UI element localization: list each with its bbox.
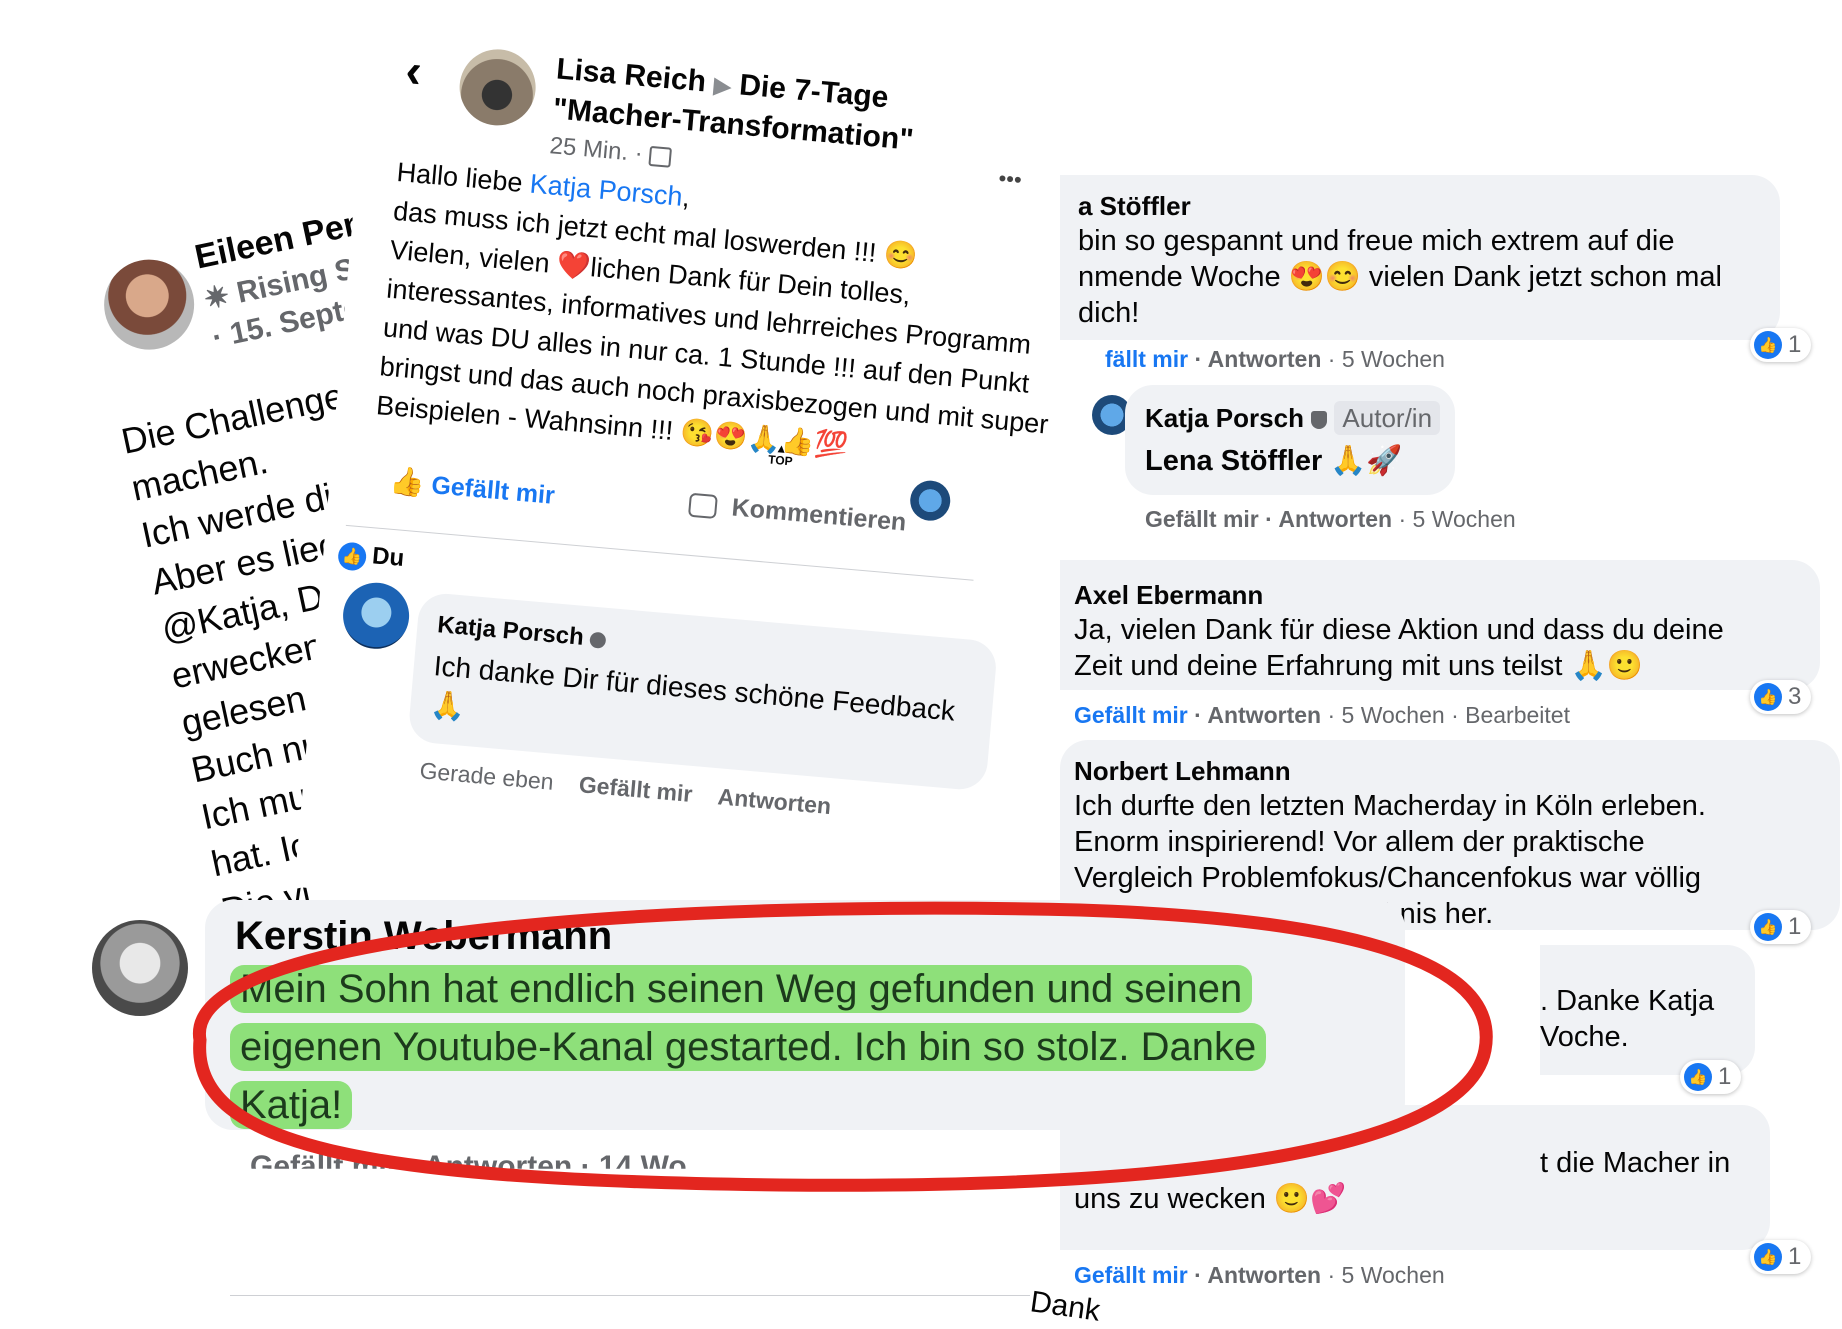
comment-bubble: Katja Porsch Autor/in Lena Stöffler 🙏🚀 <box>1125 385 1455 495</box>
text-line: Enorm inspirierend! Vor allem der prakti… <box>1074 826 1645 858</box>
like-count: 1 <box>1718 1063 1732 1090</box>
comment-text: bin so gespannt und freue mich extrem au… <box>1078 223 1722 331</box>
reply-author[interactable]: Katja Porsch <box>436 611 607 654</box>
comment-author[interactable]: Axel Ebermann <box>1074 580 1263 611</box>
group-privacy-icon <box>648 145 673 168</box>
comment-meta: Gefällt mir · Antworten · 5 Wochen <box>1145 506 1516 532</box>
red-circle-stroke <box>193 901 1493 1192</box>
bottom-divider <box>230 1295 1030 1296</box>
comment-bubble: Axel Ebermann Ja, vielen Dank für diese … <box>1060 560 1820 690</box>
text-line: Ja, vielen Dank für diese Aktion und das… <box>1074 614 1724 646</box>
like-count-badge[interactable]: 👍 1 <box>1750 910 1812 944</box>
text-line: Voche. <box>1540 1021 1629 1053</box>
post-time: 25 Min. · <box>548 132 673 171</box>
comment-meta: fällt mir · Antworten · 5 Wochen <box>1105 346 1445 372</box>
comment-time: · 5 Wochen <box>1327 346 1445 372</box>
reply-answer-button[interactable]: Antworten <box>717 783 833 819</box>
comment-time: · 5 Wochen <box>1327 702 1445 728</box>
like-count: 1 <box>1788 1243 1802 1270</box>
like-button[interactable]: 👍 Gefällt mir <box>389 464 557 511</box>
comment-time: · 5 Wochen <box>1398 506 1516 532</box>
avatar[interactable] <box>95 251 203 358</box>
answer-button[interactable]: Antworten <box>1208 346 1322 372</box>
like-reaction-icon: 👍 <box>337 541 368 572</box>
answer-button[interactable]: Antworten <box>1278 506 1392 532</box>
answer-button[interactable]: Antworten <box>1207 1262 1321 1288</box>
author-name[interactable]: Lisa Reich <box>555 52 707 98</box>
comment-icon <box>687 493 718 520</box>
top-icon: ▲ TOP <box>767 440 794 469</box>
edited-label: · Bearbeitet <box>1451 702 1570 728</box>
time-label: 25 Min. · <box>548 132 644 168</box>
thumbs-up-icon: 👍 <box>1754 683 1782 711</box>
comment-meta: Gefällt mir · Antworten · 5 Wochen · Bea… <box>1074 702 1570 728</box>
text-line: Zeit und deine Erfahrung mit uns teilst … <box>1074 650 1643 682</box>
comment-author[interactable]: a Stöffler <box>1078 191 1191 222</box>
reply-like-button[interactable]: Gefällt mir <box>578 771 694 807</box>
thumbs-up-icon: 👍 <box>1754 913 1782 941</box>
comment-button[interactable]: Kommentieren <box>687 490 908 538</box>
comment-author-name[interactable]: Katja Porsch <box>1145 403 1304 433</box>
like-count-badge[interactable]: 👍 1 <box>1750 1240 1812 1274</box>
like-count-badge[interactable]: 👍 3 <box>1750 680 1812 714</box>
like-button[interactable]: Gefällt mir <box>1145 506 1259 532</box>
text-line: nmende Woche 😍😊 vielen Dank jetzt schon … <box>1078 261 1722 293</box>
comment-bubble: a Stöffler bin so gespannt und freue mic… <box>1060 175 1780 340</box>
like-count: 1 <box>1788 913 1802 940</box>
avatar[interactable] <box>340 580 412 652</box>
comment-label: Kommentieren <box>730 493 908 537</box>
comment-bubble: . Danke Katja Voche. <box>1540 945 1755 1075</box>
avatar[interactable] <box>456 46 539 129</box>
like-count-badge[interactable]: 👍 1 <box>1680 1060 1742 1094</box>
comment-author[interactable]: Norbert Lehmann <box>1074 756 1291 787</box>
featured-comment-panel: Kerstin Webermann Mein Sohn hat endlich … <box>80 890 1540 1200</box>
author-role-badge: Autor/in <box>1334 401 1441 435</box>
reply-bubble: Katja Porsch Ich danke Dir für dieses sc… <box>407 591 999 792</box>
like-label: Gefällt mir <box>430 471 556 510</box>
red-circle-annotation <box>193 901 1493 1192</box>
greeting-text: Hallo liebe <box>395 156 524 198</box>
center-post-panel: ‹ Lisa Reich ▶ Die 7-Tage "Macher-Transf… <box>294 20 1088 950</box>
comment-text: Ja, vielen Dank für diese Aktion und das… <box>1074 612 1724 684</box>
reply-time: Gerade eben <box>418 757 555 795</box>
reply-author-name: Katja Porsch <box>436 611 585 651</box>
like-button[interactable]: fällt mir <box>1105 346 1188 372</box>
like-count: 1 <box>1788 331 1802 358</box>
text-line: dich! <box>1078 297 1140 329</box>
top-label: TOP <box>767 452 794 469</box>
text-line: Ich durfte den letzten Macherday in Köln… <box>1074 790 1706 822</box>
thumbs-up-icon: 👍 <box>1754 331 1782 359</box>
comment-text: t die Macher in <box>1540 1147 1731 1179</box>
liked-by-name: Du <box>371 542 406 572</box>
like-count-badge[interactable]: 👍 1 <box>1750 328 1812 362</box>
thumbs-up-icon: 👍 <box>1754 1243 1782 1271</box>
verified-badge-icon <box>589 631 607 649</box>
text-line: . Danke Katja <box>1540 985 1715 1017</box>
comment-meta: Gefällt mir · Antworten · 5 Wochen <box>1074 1262 1445 1288</box>
post-body: Hallo liebe Katja Porsch, das muss ich j… <box>375 153 1056 482</box>
thumbs-up-icon: 👍 <box>388 464 427 499</box>
like-button[interactable]: Gefällt mir <box>1074 1262 1188 1288</box>
comment-time: · 5 Wochen <box>1327 1262 1445 1288</box>
like-count: 3 <box>1788 683 1802 710</box>
comment-text: Lena Stöffler 🙏🚀 <box>1145 445 1403 477</box>
comment-author: Katja Porsch Autor/in <box>1145 401 1441 435</box>
text-line: bin so gespannt und freue mich extrem au… <box>1078 225 1675 257</box>
shield-icon <box>1311 411 1328 430</box>
chevron-left-icon[interactable]: ‹ <box>403 43 424 99</box>
reply-text: Ich danke Dir für dieses schöne Feedback <box>432 650 957 727</box>
praying-hands-emoji: 🙏 <box>429 688 467 723</box>
thumbs-up-icon: 👍 <box>1684 1063 1712 1091</box>
greeting-end: , <box>681 181 692 213</box>
arrow-icon: ▶ <box>712 72 733 99</box>
comment-text: . Danke Katja Voche. <box>1540 983 1714 1055</box>
avatar[interactable] <box>908 478 952 523</box>
more-options-icon[interactable]: ••• <box>997 165 1023 193</box>
liked-by-row[interactable]: 👍 Du <box>337 539 405 575</box>
like-button[interactable]: Gefällt mir <box>1074 702 1188 728</box>
answer-button[interactable]: Antworten <box>1207 702 1321 728</box>
